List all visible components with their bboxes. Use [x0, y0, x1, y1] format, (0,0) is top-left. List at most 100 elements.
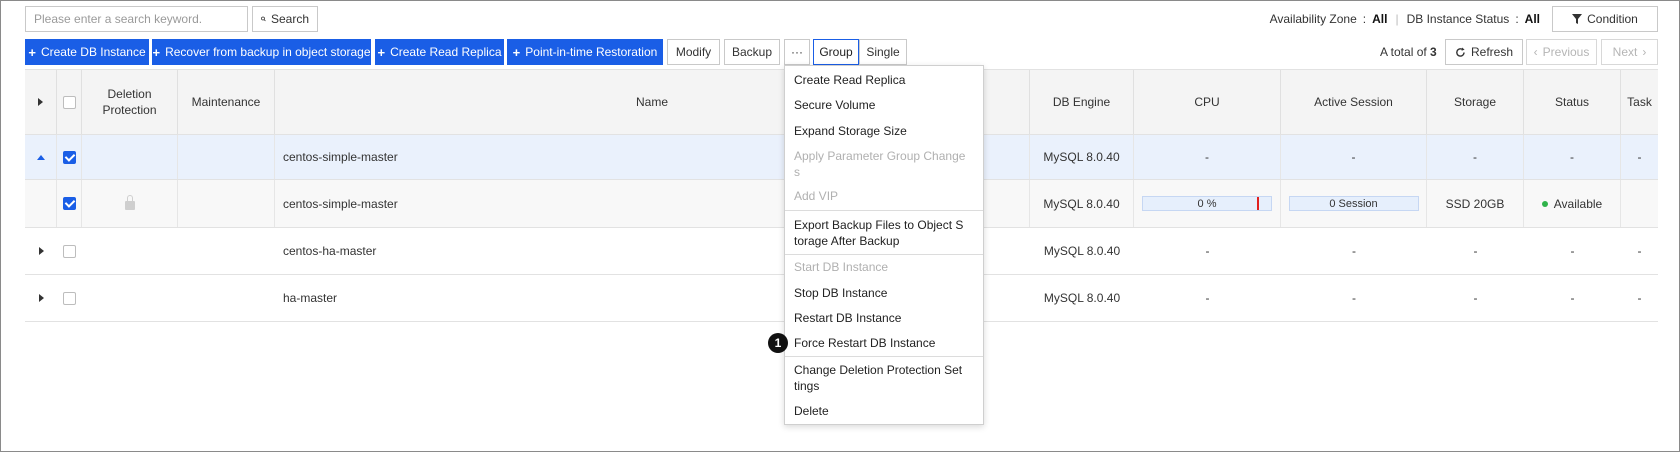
menu-item-create-read-replica[interactable]: Create Read Replica	[785, 72, 983, 88]
point-in-time-restoration-label: Point-in-time Restoration	[525, 45, 658, 59]
caret-right-icon	[38, 247, 44, 255]
menu-item-delete[interactable]: Delete	[785, 403, 983, 419]
collapse-toggle[interactable]	[25, 135, 57, 179]
menu-divider	[785, 254, 983, 255]
maintenance-cell	[178, 180, 275, 227]
search-button-label: Search	[270, 12, 309, 26]
menu-item-restart-db-instance[interactable]: Restart DB Instance	[785, 310, 983, 326]
menu-item-secure-volume[interactable]: Secure Volume	[785, 97, 983, 113]
refresh-button[interactable]: Refresh	[1445, 39, 1523, 65]
checkbox-icon	[63, 291, 76, 305]
menu-item-apply-parameter-group-changes[interactable]: Apply Parameter Group Change s	[785, 148, 983, 180]
search-icon	[261, 16, 266, 22]
condition-button-label: Condition	[1587, 12, 1638, 26]
col-active-session[interactable]: Active Session	[1281, 70, 1427, 134]
caret-right-icon	[38, 98, 43, 106]
db-instance-status-label: DB Instance Status	[1406, 12, 1510, 26]
checkbox-checked-icon	[62, 150, 76, 164]
menu-item-expand-storage-size[interactable]: Expand Storage Size	[785, 123, 983, 139]
recover-from-backup-button[interactable]: + Recover from backup in object storage	[152, 39, 371, 65]
task-value: -	[1637, 291, 1642, 305]
group-view-button[interactable]: Group	[813, 39, 859, 65]
lock-icon	[124, 195, 135, 210]
chevron-left-icon: ‹	[1533, 45, 1538, 59]
create-read-replica-button[interactable]: + Create Read Replica	[375, 39, 504, 65]
col-deletion-protection[interactable]: Deletion Protection	[82, 70, 178, 134]
col-db-engine[interactable]: DB Engine	[1030, 70, 1134, 134]
previous-page-button[interactable]: ‹ Previous	[1526, 39, 1597, 65]
db-engine: MySQL 8.0.40	[1030, 180, 1134, 227]
point-in-time-restoration-button[interactable]: + Point-in-time Restoration	[507, 39, 663, 65]
row-checkbox[interactable]	[57, 180, 82, 227]
modify-label: Modify	[675, 45, 712, 59]
total-prefix: A total of	[1380, 45, 1427, 59]
annotation-marker: 1	[768, 333, 788, 353]
create-db-instance-button[interactable]: + Create DB Instance	[25, 39, 149, 65]
previous-label: Previous	[1542, 45, 1590, 59]
single-view-button[interactable]: Single	[859, 39, 907, 65]
plus-icon: +	[152, 44, 161, 60]
deletion-protection-cell	[82, 135, 178, 179]
status-value: -	[1524, 135, 1621, 179]
plus-icon: +	[377, 44, 386, 60]
plus-icon: +	[28, 44, 36, 60]
total-count: A total of 3	[1380, 45, 1437, 59]
active-session-value: -	[1281, 135, 1427, 179]
search-input[interactable]	[25, 6, 248, 32]
menu-item-export-backup-files[interactable]: Export Backup Files to Object S torage A…	[785, 217, 983, 249]
more-icon: ···	[791, 45, 803, 59]
single-label: Single	[866, 45, 900, 59]
row-checkbox[interactable]	[57, 228, 82, 274]
expand-all-toggle[interactable]	[25, 70, 57, 134]
cpu-value: 0 %	[1197, 197, 1217, 210]
select-all-checkbox[interactable]	[57, 70, 82, 134]
cpu-threshold-mark	[1257, 197, 1259, 210]
modify-button[interactable]: Modify	[667, 39, 720, 65]
col-maintenance[interactable]: Maintenance	[178, 70, 275, 134]
search-button[interactable]: Search	[252, 6, 318, 32]
backup-button[interactable]: Backup	[724, 39, 780, 65]
db-engine: MySQL 8.0.40	[1043, 244, 1121, 258]
row-checkbox[interactable]	[57, 275, 82, 321]
storage-value: -	[1473, 291, 1478, 305]
more-actions-button[interactable]: ···	[784, 39, 810, 65]
expand-toggle[interactable]	[25, 228, 57, 274]
next-label: Next	[1612, 45, 1638, 59]
status-available-dot	[1541, 200, 1548, 207]
col-task[interactable]: Task	[1621, 70, 1658, 134]
filter-icon	[1572, 14, 1583, 24]
refresh-icon	[1456, 47, 1465, 57]
create-read-replica-label: Create Read Replica	[390, 45, 502, 59]
menu-item-change-deletion-protection[interactable]: Change Deletion Protection Set tings	[785, 362, 983, 394]
row-checkbox[interactable]	[57, 135, 82, 179]
expand-toggle[interactable]	[25, 275, 57, 321]
storage-value: SSD 20GB	[1427, 180, 1524, 227]
expand-placeholder	[25, 180, 57, 227]
plus-icon: +	[512, 44, 521, 60]
menu-item-stop-db-instance[interactable]: Stop DB Instance	[785, 285, 983, 301]
condition-button[interactable]: Condition	[1552, 6, 1658, 32]
menu-divider	[785, 356, 983, 357]
active-session-cell: 0 Session	[1281, 180, 1427, 227]
cpu-value: -	[1205, 291, 1210, 305]
session-usage-bar: 0 Session	[1288, 196, 1419, 211]
chevron-right-icon: ›	[1642, 45, 1647, 59]
checkbox-icon	[62, 95, 76, 109]
menu-item-force-restart-db-instance[interactable]: Force Restart DB Instance	[785, 335, 983, 351]
db-engine: MySQL 8.0.40	[1043, 291, 1121, 305]
menu-item-start-db-instance[interactable]: Start DB Instance	[785, 259, 983, 275]
next-page-button[interactable]: Next ›	[1601, 39, 1658, 65]
menu-item-add-vip[interactable]: Add VIP	[785, 188, 983, 204]
col-cpu[interactable]: CPU	[1134, 70, 1281, 134]
col-status[interactable]: Status	[1524, 70, 1621, 134]
availability-zone-value: All	[1372, 12, 1388, 26]
cpu-value: -	[1205, 244, 1210, 258]
status-value: -	[1570, 244, 1575, 258]
col-storage[interactable]: Storage	[1427, 70, 1524, 134]
cpu-cell: 0 %	[1134, 180, 1281, 227]
separator-colon: :	[1515, 12, 1519, 26]
db-engine: MySQL 8.0.40	[1030, 135, 1134, 179]
task-value	[1621, 180, 1658, 227]
recover-from-backup-label: Recover from backup in object storage	[165, 45, 371, 59]
status-value: Available	[1553, 196, 1603, 211]
